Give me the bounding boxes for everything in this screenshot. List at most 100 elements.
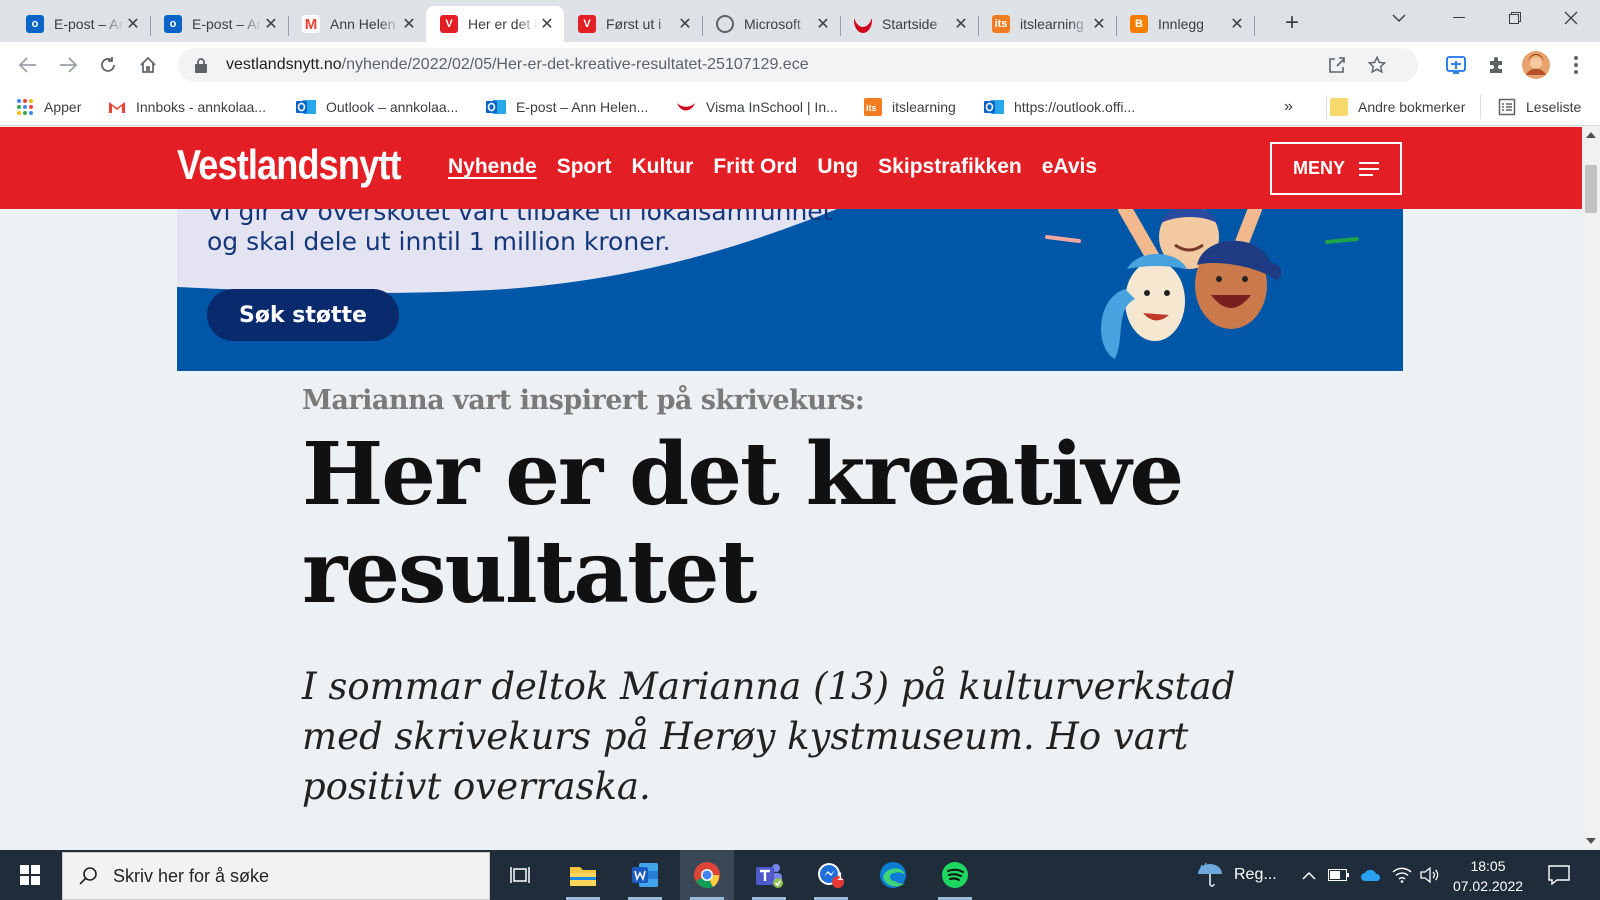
nav-item[interactable]: Ung — [817, 155, 858, 179]
messenger-badge: 1 — [837, 871, 844, 883]
ad-banner[interactable]: Vi gir av overskotet vårt tilbake til lo… — [177, 209, 1403, 371]
browser-tab[interactable]: Microsoft ✕ — [702, 6, 841, 42]
close-tab-icon[interactable]: ✕ — [400, 15, 418, 33]
site-header: Vestlandsnytt Nyhende Sport Kultur Fritt Or… — [0, 127, 1582, 209]
close-tab-icon[interactable]: ✕ — [262, 15, 280, 33]
nav-item[interactable]: Sport — [557, 155, 612, 179]
speaker-icon — [1420, 867, 1439, 883]
close-tab-icon[interactable]: ✕ — [1228, 15, 1246, 33]
extensions-button[interactable] — [1482, 51, 1510, 79]
taskbar-chrome[interactable] — [680, 850, 734, 900]
browser-tab[interactable]: V Her er det kreative✕ — [426, 6, 564, 42]
site-logo[interactable]: Vestlandsnytt — [177, 141, 402, 189]
taskbar-spotify[interactable] — [928, 850, 982, 900]
browser-tab[interactable]: o E-post – Ann Helen Kolaas✕ — [12, 6, 151, 42]
profile-avatar-button[interactable] — [1522, 51, 1550, 79]
close-tab-icon[interactable]: ✕ — [124, 15, 142, 33]
tab-title: Startside — [882, 16, 938, 32]
minimize-icon — [1453, 17, 1465, 18]
bookmark-item[interactable]: Visma InSchool | In... — [676, 96, 838, 118]
article: Marianna vart inspirert på skrivekurs: H… — [302, 385, 1302, 812]
bookmark-label: E-post – Ann Helen... — [516, 99, 649, 115]
battery-indicator[interactable] — [1328, 850, 1350, 900]
home-button[interactable] — [134, 51, 162, 79]
restore-button[interactable] — [1492, 0, 1538, 36]
browser-tab[interactable]: M Ann Helen Kolaas✕ — [288, 6, 426, 42]
action-center-button[interactable] — [1548, 850, 1570, 900]
close-tab-icon[interactable]: ✕ — [538, 15, 556, 33]
bookmark-item[interactable]: Outlook – annkolaa... — [296, 96, 458, 118]
nav-item[interactable]: Kultur — [632, 155, 694, 179]
nav-item[interactable]: Nyhende — [448, 155, 537, 179]
tab-title: E-post – Ann Helen Kolaas — [192, 16, 262, 32]
close-window-button[interactable] — [1548, 0, 1594, 36]
back-button[interactable] — [14, 51, 42, 79]
taskbar-teams[interactable] — [742, 850, 796, 900]
scrollbar-thumb[interactable] — [1585, 165, 1597, 213]
battery-icon — [1328, 869, 1349, 881]
bookmark-item[interactable]: https://outlook.offi... — [984, 96, 1135, 118]
extension-translate-button[interactable] — [1442, 51, 1470, 79]
browser-tab[interactable]: B Innlegg ✕ — [1116, 6, 1255, 42]
article-kicker: Marianna vart inspirert på skrivekurs: — [302, 385, 865, 416]
scroll-up-arrow-icon[interactable] — [1586, 132, 1596, 138]
scroll-down-arrow-icon[interactable] — [1586, 838, 1596, 844]
other-bookmarks-folder[interactable]: Andre bokmerker — [1330, 96, 1465, 118]
nav-item[interactable]: Skipstrafikken — [878, 155, 1022, 179]
hamburger-icon — [1359, 161, 1379, 176]
onedrive-indicator[interactable] — [1360, 850, 1382, 900]
main-nav: Nyhende Sport Kultur Fritt Ord Ung Skipstrafi… — [448, 155, 1117, 179]
outlook-icon — [984, 98, 1004, 116]
close-tab-icon[interactable]: ✕ — [952, 15, 970, 33]
reading-list-button[interactable]: Leseliste — [1498, 96, 1581, 118]
forward-button[interactable] — [54, 51, 82, 79]
translate-extension-icon — [1446, 56, 1466, 74]
nav-item[interactable]: Fritt Ord — [713, 155, 797, 179]
taskbar-search-input[interactable]: Skriv her for å søke — [62, 852, 490, 900]
network-indicator[interactable] — [1392, 850, 1412, 900]
start-button[interactable] — [8, 850, 52, 900]
bookmarks-overflow-button[interactable]: » — [1284, 96, 1293, 118]
new-tab-button[interactable]: + — [1278, 9, 1306, 37]
minimize-button[interactable] — [1436, 0, 1482, 36]
browser-tab[interactable]: V Først ut i ✕ — [564, 6, 703, 42]
browser-tab[interactable]: o E-post – Ann Helen Kolaas✕ — [150, 6, 289, 42]
arrow-left-icon — [19, 57, 36, 73]
taskbar-file-explorer[interactable] — [556, 850, 610, 900]
apply-support-button[interactable]: Søk støtte — [207, 289, 399, 341]
bookmark-label: Outlook – annkolaa... — [326, 99, 459, 115]
browser-tab[interactable]: Startside ✕ — [840, 6, 979, 42]
close-icon — [1564, 11, 1578, 25]
volume-indicator[interactable] — [1420, 850, 1440, 900]
share-button[interactable] — [1326, 54, 1348, 76]
taskbar-messenger[interactable]: 1 — [804, 850, 858, 900]
taskbar-edge[interactable] — [866, 850, 920, 900]
outlook-icon: o — [164, 15, 182, 33]
page-viewport: Vestlandsnytt Nyhende Sport Kultur Fritt Or… — [0, 127, 1582, 849]
address-bar[interactable]: vestlandsnytt.no/nyhende/2022/02/05/Her-… — [178, 48, 1418, 82]
windows-logo-icon — [20, 865, 40, 885]
close-tab-icon[interactable]: ✕ — [814, 15, 832, 33]
task-view-button[interactable] — [494, 850, 548, 900]
bookmark-star-button[interactable] — [1366, 54, 1388, 76]
show-hidden-icons-button[interactable] — [1302, 850, 1316, 900]
tab-search-button[interactable] — [1376, 0, 1422, 36]
bookmark-item[interactable]: Innboks - annkolaa... — [108, 96, 266, 118]
page-scrollbar[interactable] — [1582, 127, 1600, 849]
bookmark-item[interactable]: Apper — [16, 96, 81, 118]
bookmark-item[interactable]: its itslearning — [864, 96, 956, 118]
nav-item[interactable]: eAvis — [1042, 155, 1097, 179]
task-view-icon — [510, 867, 530, 883]
bookmark-item[interactable]: E-post – Ann Helen... — [486, 96, 648, 118]
close-tab-icon[interactable]: ✕ — [1090, 15, 1108, 33]
menu-button[interactable]: MENY — [1270, 142, 1402, 195]
reload-button[interactable] — [94, 51, 122, 79]
ad-line-2: og skal dele ut inntil 1 million kroner. — [207, 227, 671, 256]
weather-widget[interactable]: Reg... — [1196, 850, 1277, 900]
taskbar-clock[interactable]: 18:05 07.02.2022 — [1440, 856, 1536, 896]
browser-tab[interactable]: its itslearning ✕ — [978, 6, 1117, 42]
tab-strip: oE-post – Ann Helen Kolaas✕oE-post – Ann… — [0, 0, 1600, 42]
taskbar-word[interactable] — [618, 850, 672, 900]
close-tab-icon[interactable]: ✕ — [676, 15, 694, 33]
chrome-menu-button[interactable] — [1562, 51, 1590, 79]
